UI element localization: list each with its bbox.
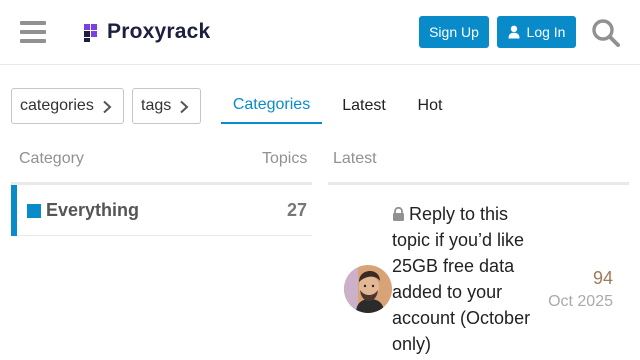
latest-column-header: Latest xyxy=(333,150,377,167)
logo-text: Proxyrack xyxy=(107,20,211,43)
proxyrack-logo-icon xyxy=(82,22,102,42)
search-icon[interactable] xyxy=(590,17,622,49)
sign-up-label: Sign Up xyxy=(429,24,479,40)
category-row[interactable]: Everything 27 xyxy=(11,185,312,236)
tab-categories[interactable]: Categories xyxy=(221,88,322,124)
topic-activity-date[interactable]: Oct 2025 xyxy=(548,293,613,311)
site-header: Proxyrack Sign Up Log In xyxy=(0,0,640,65)
tab-hot[interactable]: Hot xyxy=(406,88,454,124)
tags-dropdown-label: tags xyxy=(141,97,172,114)
categories-dropdown[interactable]: categories xyxy=(11,88,124,124)
categories-dropdown-label: categories xyxy=(20,97,94,114)
sign-up-button[interactable]: Sign Up xyxy=(419,16,489,48)
user-icon xyxy=(508,25,520,39)
log-in-button[interactable]: Log In xyxy=(497,16,576,48)
category-badge-icon xyxy=(27,204,41,218)
lock-icon xyxy=(393,207,404,221)
hamburger-menu-icon[interactable] xyxy=(20,21,46,43)
chevron-right-icon xyxy=(180,100,189,114)
tags-dropdown[interactable]: tags xyxy=(132,88,201,124)
topic-reply-count[interactable]: 94 xyxy=(593,268,613,289)
category-color-bar xyxy=(11,185,17,236)
tab-latest[interactable]: Latest xyxy=(330,88,398,124)
category-name[interactable]: Everything xyxy=(46,200,139,221)
topic-title-link[interactable]: Reply to this topic if you’d like 25GB f… xyxy=(392,201,542,357)
log-in-label: Log In xyxy=(526,24,566,40)
topics-column-header: Topics xyxy=(262,150,308,167)
avatar[interactable] xyxy=(344,265,392,313)
chevron-right-icon xyxy=(103,100,112,114)
site-logo[interactable]: Proxyrack xyxy=(82,18,210,46)
topic-title-text: Reply to this topic if you’d like 25GB f… xyxy=(392,204,531,354)
category-topic-count: 27 xyxy=(286,200,307,220)
category-column-header: Category xyxy=(19,150,84,167)
latest-header-divider xyxy=(328,182,629,185)
